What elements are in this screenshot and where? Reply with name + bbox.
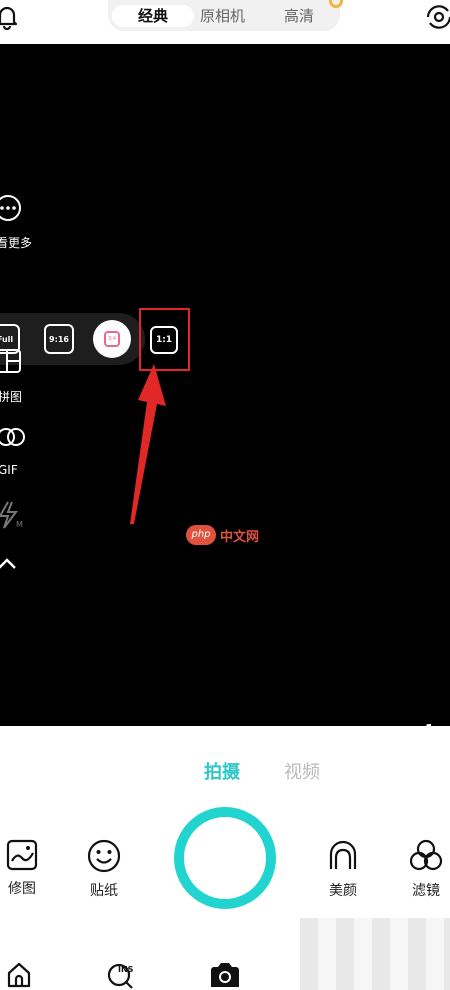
filters-button[interactable]: 滤镜 [396, 838, 450, 900]
collage-label: 拼图 [0, 390, 23, 404]
collage-icon[interactable] [0, 348, 22, 374]
ratio-1-1-button[interactable]: 1:1 [150, 326, 178, 354]
bottom-panel: 拍摄 视频 修图 贴纸 美颜 滤镜 INS [0, 726, 450, 990]
blurred-area [300, 918, 450, 990]
stickers-label: 贴纸 [90, 883, 118, 899]
beauty-button[interactable]: 美颜 [313, 838, 373, 900]
tab-photo[interactable]: 拍摄 [204, 758, 240, 784]
camera-flip-icon[interactable] [424, 2, 450, 32]
chevron-up-icon[interactable] [0, 555, 18, 571]
more-icon[interactable] [0, 194, 22, 222]
ratio-9-16-button[interactable]: 9:16 [44, 324, 74, 354]
edit-photo-label: 修图 [8, 881, 36, 897]
shutter-button[interactable] [174, 807, 276, 909]
gif-icon[interactable] [0, 426, 26, 448]
stickers-button[interactable]: 贴纸 [74, 838, 134, 900]
filters-icon [409, 839, 443, 871]
tab-video[interactable]: 视频 [284, 758, 320, 784]
ins-search-icon[interactable]: INS [106, 960, 140, 990]
gif-label: GIF [0, 463, 18, 477]
top-bar: 经典 原相机 高清 [0, 0, 450, 44]
edit-photo-icon [6, 839, 38, 871]
ratio-3-4-button-selected[interactable]: 3:4 [93, 320, 131, 358]
watermark: php 中文网 [186, 525, 259, 545]
mode-tab-original[interactable]: 原相机 [200, 5, 245, 27]
svg-text:INS: INS [118, 965, 134, 974]
filters-label: 滤镜 [412, 883, 440, 899]
mode-tab-classic[interactable]: 经典 [112, 5, 194, 27]
camera-mode-switch: 经典 原相机 高清 [108, 0, 340, 31]
watermark-text: 中文网 [220, 529, 260, 545]
beauty-label: 美颜 [329, 883, 357, 899]
red-arrow-annotation [130, 364, 166, 524]
camera-icon[interactable] [208, 960, 242, 990]
ratio-3-4-label: 3:4 [104, 331, 120, 347]
notification-badge [329, 0, 343, 8]
more-label: 看更多 [0, 236, 33, 250]
flash-mode-badge: M [16, 520, 23, 529]
camera-viewfinder[interactable]: 看更多 Full 9:16 3:4 1:1 拼图 GIF M php 中文网 1… [0, 44, 450, 738]
watermark-pill: php [186, 525, 216, 545]
bell-icon[interactable] [0, 4, 20, 30]
home-icon[interactable] [5, 960, 33, 988]
smiley-icon [87, 839, 121, 873]
beauty-face-icon [329, 840, 357, 869]
edit-photo-button[interactable]: 修图 [0, 838, 52, 898]
mode-tab-hd[interactable]: 高清 [284, 5, 314, 27]
